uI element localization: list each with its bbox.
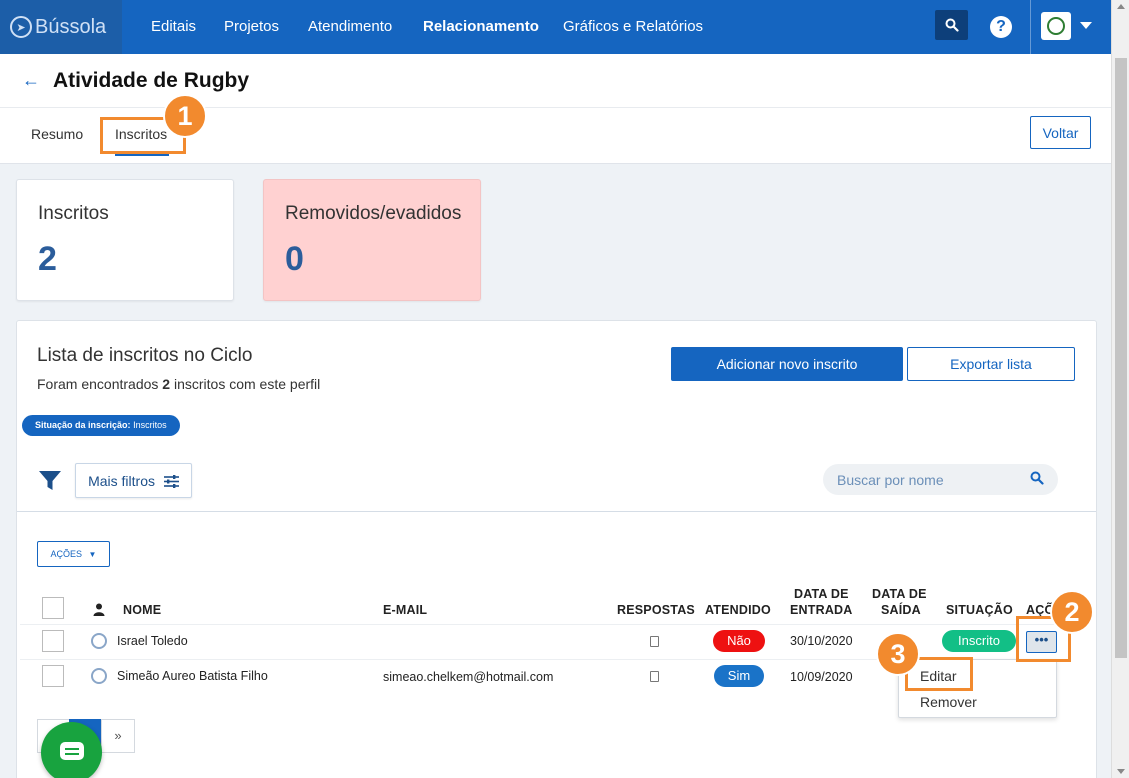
annotation-badge-1: 1 [163, 94, 207, 138]
column-header-responses[interactable]: RESPOSTAS [617, 603, 695, 617]
export-list-button[interactable]: Exportar lista [907, 347, 1075, 381]
nav-item-atendimento[interactable]: Atendimento [308, 0, 392, 54]
document-icon[interactable] [650, 636, 659, 647]
filter-funnel-icon[interactable] [38, 469, 62, 493]
column-header-name[interactable]: NOME [123, 603, 161, 617]
row-entry-date: 30/10/2020 [790, 634, 853, 648]
user-avatar[interactable] [1041, 12, 1071, 40]
tab-resumo[interactable]: Resumo [31, 126, 83, 142]
stat-value: 0 [285, 240, 304, 278]
chat-button[interactable] [41, 722, 102, 778]
column-header-attended[interactable]: ATENDIDO [705, 603, 771, 617]
attended-badge: Sim [714, 665, 764, 687]
user-avatar-icon [91, 633, 107, 649]
list-title: Lista de inscritos no Ciclo [37, 345, 253, 366]
user-avatar-icon [91, 668, 107, 684]
document-icon[interactable] [650, 671, 659, 682]
column-header-exit-line2[interactable]: SAÍDA [881, 603, 921, 617]
stat-card-inscritos: Inscritos 2 [16, 179, 234, 301]
subtitle-prefix: Foram encontrados [37, 376, 159, 392]
status-badge: Inscrito [942, 630, 1016, 652]
filter-chip-situacao[interactable]: Situação da inscrição: Inscritos [22, 415, 180, 436]
row-name[interactable]: Simeão Aureo Batista Filho [117, 669, 268, 683]
voltar-button[interactable]: Voltar [1030, 116, 1091, 149]
stat-label: Inscritos [38, 203, 109, 224]
menu-item-remove[interactable]: Remover [920, 694, 977, 710]
annotation-badge-3: 3 [876, 632, 920, 676]
add-enrollee-button[interactable]: Adicionar novo inscrito [671, 347, 903, 381]
row-divider [20, 624, 1060, 625]
chip-value: Inscritos [133, 420, 167, 430]
subtitle-suffix: inscritos com este perfil [173, 376, 321, 392]
sliders-icon [163, 475, 179, 489]
nav-item-relacionamento[interactable]: Relacionamento [423, 0, 539, 54]
annotation-badge-2: 2 [1050, 590, 1094, 634]
row-email: simeao.chelkem@hotmail.com [383, 670, 554, 684]
search-input[interactable] [837, 464, 1027, 495]
stat-card-removidos: Removidos/evadidos 0 [263, 179, 481, 301]
bulk-actions-dropdown[interactable]: AÇÕES ▼ [37, 541, 110, 567]
nav-item-projetos[interactable]: Projetos [224, 0, 279, 54]
nav-divider [1030, 0, 1031, 54]
search-icon [945, 18, 959, 32]
caret-down-icon[interactable] [1080, 22, 1092, 29]
nav-item-graficos-relatorios[interactable]: Gráficos e Relatórios [563, 0, 703, 54]
row-checkbox[interactable] [42, 665, 64, 687]
more-filters-label: Mais filtros [88, 472, 155, 489]
nav-item-editais[interactable]: Editais [151, 0, 196, 54]
scroll-up-icon[interactable] [1117, 4, 1125, 9]
row-name[interactable]: Israel Toledo [117, 634, 188, 648]
brand-logo[interactable]: ➤ Bússola [0, 0, 122, 54]
column-header-exit-line1[interactable]: DATA DE [872, 587, 927, 601]
person-icon [93, 603, 105, 616]
scroll-thumb[interactable] [1115, 58, 1127, 658]
subtitle-count: 2 [162, 376, 171, 392]
scroll-down-icon[interactable] [1117, 769, 1125, 774]
panel-divider [17, 511, 1096, 512]
brand-name: Bússola [35, 15, 107, 38]
select-all-checkbox[interactable] [42, 597, 64, 619]
column-header-status[interactable]: SITUAÇÃO [946, 603, 1013, 617]
attended-badge: Não [713, 630, 765, 652]
page-scrollbar[interactable] [1111, 0, 1129, 778]
more-filters-button[interactable]: Mais filtros [75, 463, 192, 498]
chat-icon [60, 742, 84, 760]
back-arrow-icon[interactable]: ← [22, 70, 40, 91]
help-icon[interactable]: ? [990, 16, 1012, 38]
column-header-email[interactable]: E-MAIL [383, 603, 427, 617]
compass-avatar-icon [1047, 17, 1065, 35]
nav-search-button[interactable] [935, 10, 968, 40]
chevron-down-icon: ▼ [88, 550, 97, 559]
page-title: Atividade de Rugby [53, 69, 250, 92]
bulk-actions-label: AÇÕES [50, 549, 83, 559]
column-header-entry-line1[interactable]: DATA DE [794, 587, 849, 601]
stat-value: 2 [38, 240, 57, 278]
stat-label: Removidos/evadidos [285, 203, 462, 224]
column-header-entry-line2[interactable]: ENTRADA [790, 603, 853, 617]
row-entry-date: 10/09/2020 [790, 670, 853, 684]
search-box [823, 464, 1058, 495]
search-icon[interactable] [1030, 471, 1044, 485]
compass-icon: ➤ [10, 16, 32, 38]
top-navbar: ➤ Bússola Editais Projetos Atendimento R… [0, 0, 1111, 54]
pagination-next[interactable]: » [101, 719, 135, 753]
active-tab-indicator [115, 154, 169, 156]
list-subtitle: Foram encontrados 2 inscritos com este p… [37, 376, 320, 392]
chip-key: Situação da inscrição: [35, 420, 131, 430]
row-checkbox[interactable] [42, 630, 64, 652]
